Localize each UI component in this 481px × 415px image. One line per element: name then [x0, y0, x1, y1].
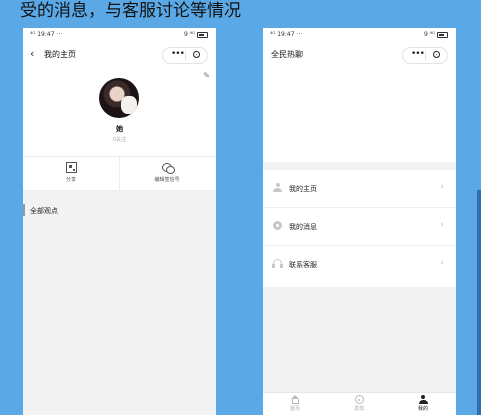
capsule-divider — [185, 51, 186, 60]
message-icon — [273, 221, 282, 230]
battery-icon — [437, 31, 448, 38]
battery-icon — [197, 31, 208, 38]
mine-icon — [418, 395, 428, 404]
bottom-tab-bar: 首页 发现 我的 — [263, 392, 456, 415]
status-signal: 9 ⁴ᴳ — [183, 31, 195, 38]
edit-signature-button[interactable]: 编辑签信号 — [119, 157, 215, 190]
status-indicators: 9 ⁴ᴳ — [424, 31, 448, 38]
phone-screen-mine: ⁴ᴳ 19:47 ··· 9 ⁴ᴳ 全民热聊 ••• 我的主页 › 我的消息 ›… — [263, 28, 456, 415]
more-menu-icon[interactable]: ••• — [171, 48, 185, 61]
edit-icon[interactable]: ✎ — [203, 71, 210, 80]
chevron-right-icon: › — [440, 182, 444, 192]
menu-item-label: 我的主页 — [289, 185, 317, 193]
profile-follow-count: 0关注 — [112, 137, 127, 143]
status-bar: ⁴ᴳ 19:47 ··· 9 ⁴ᴳ — [23, 28, 216, 40]
status-time: ⁴ᴳ 19:47 ··· — [270, 31, 303, 38]
tab-mine[interactable]: 我的 — [391, 395, 455, 412]
mini-program-capsule: ••• — [162, 47, 208, 64]
mini-program-capsule: ••• — [402, 47, 448, 64]
all-viewpoints-label: 全部观点 — [30, 207, 58, 215]
discover-icon — [354, 395, 364, 404]
qr-code-icon — [65, 162, 77, 173]
section-accent-bar — [23, 204, 25, 216]
status-indicators: 9 ⁴ᴳ — [184, 31, 208, 38]
close-miniprogram-icon[interactable] — [193, 51, 200, 58]
all-viewpoints-header: 全部观点 — [23, 203, 216, 218]
person-icon — [273, 183, 282, 192]
profile-card: ✎ 她 0关注 — [23, 70, 216, 156]
page-title: 全民热聊 — [271, 50, 303, 59]
tab-label: 首页 — [289, 406, 300, 412]
share-button[interactable]: 分享 — [23, 157, 120, 190]
page-title: 我的主页 — [44, 50, 76, 59]
menu-item-contact-support[interactable]: 联系客服 › — [263, 246, 456, 287]
tab-label: 发现 — [353, 406, 364, 412]
chevron-right-icon: › — [440, 258, 444, 268]
chevron-right-icon: › — [440, 220, 444, 230]
home-icon — [290, 395, 299, 404]
share-label: 分享 — [65, 177, 76, 183]
slide-title: 受的消息，与客服讨论等情况 — [20, 1, 241, 21]
menu-item-my-messages[interactable]: 我的消息 › — [263, 208, 456, 246]
more-menu-icon[interactable]: ••• — [411, 48, 425, 61]
nav-bar: ‹ 我的主页 ••• — [23, 40, 216, 70]
slide-edge-decoration — [477, 190, 481, 415]
status-time: ⁴ᴳ 19:47 ··· — [30, 31, 63, 38]
header-blank-area — [263, 70, 456, 162]
capsule-divider — [425, 51, 426, 60]
menu-item-my-homepage[interactable]: 我的主页 › — [263, 170, 456, 208]
nav-bar: 全民热聊 ••• — [263, 40, 456, 70]
mine-menu: 我的主页 › 我的消息 › 联系客服 › — [263, 170, 456, 287]
back-button[interactable]: ‹ — [30, 48, 34, 59]
status-bar: ⁴ᴳ 19:47 ··· 9 ⁴ᴳ — [263, 28, 456, 40]
edit-signature-label: 编辑签信号 — [154, 177, 180, 183]
status-signal: 9 ⁴ᴳ — [423, 31, 435, 38]
tab-home[interactable]: 首页 — [263, 395, 327, 412]
phone-screen-profile: ⁴ᴳ 19:47 ··· 9 ⁴ᴳ ‹ 我的主页 ••• ✎ 她 0关注 分享 … — [23, 28, 216, 415]
menu-item-label: 联系客服 — [289, 261, 317, 269]
profile-actions: 分享 编辑签信号 — [23, 156, 216, 191]
profile-name: 她 — [116, 125, 123, 133]
tab-discover[interactable]: 发现 — [327, 395, 391, 412]
chat-bubbles-icon — [161, 162, 175, 174]
tab-label: 我的 — [417, 406, 428, 412]
avatar[interactable] — [99, 78, 139, 118]
close-miniprogram-icon[interactable] — [433, 51, 440, 58]
menu-item-label: 我的消息 — [289, 223, 317, 231]
headset-icon — [272, 259, 283, 268]
